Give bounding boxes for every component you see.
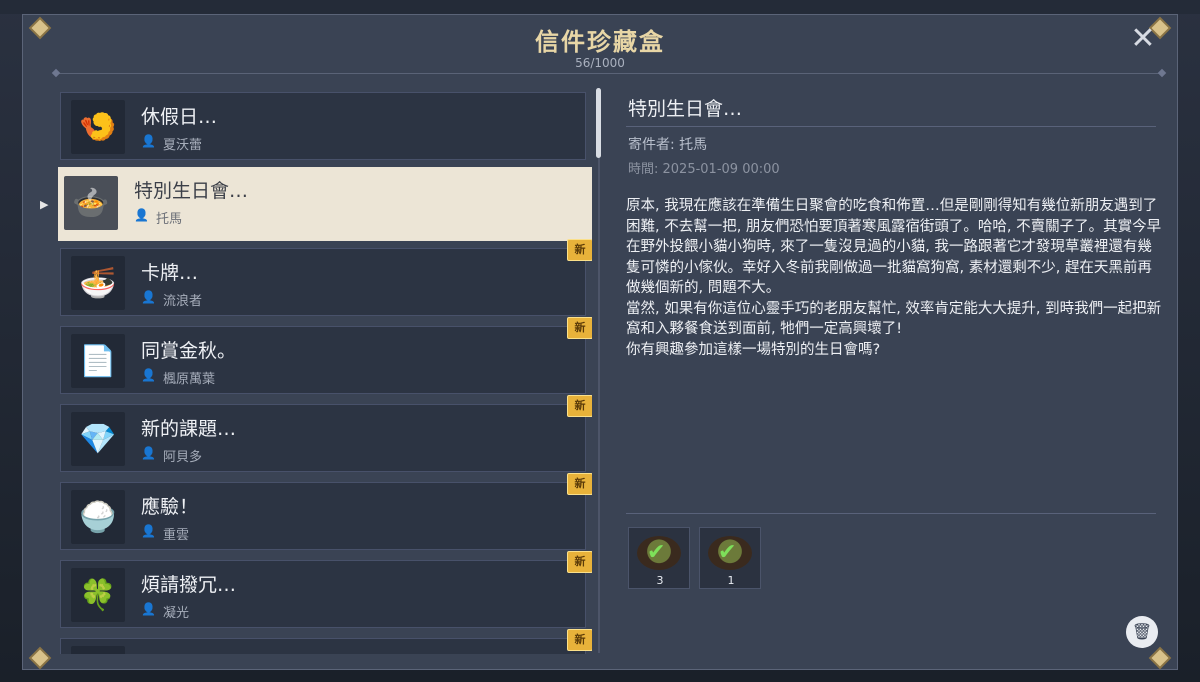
person-icon: 👤	[141, 368, 156, 382]
letter-paragraph: 原本, 我現在應該在準備生日聚會的吃食和佈置…但是剛剛得知有幾位新朋友遇到了困難…	[626, 198, 1162, 296]
person-icon: 👤	[141, 524, 156, 538]
new-badge: 新	[567, 551, 592, 573]
letter-item-selected[interactable]: 🍲 特別生日會… 👤 托馬	[58, 167, 592, 241]
letter-item[interactable]: 💎 新的課題… 👤 阿貝多 新	[60, 395, 592, 472]
letter-subject: 休假日…	[141, 106, 218, 128]
letter-body: 原本, 我現在應該在準備生日聚會的吃食和佈置…但是剛剛得知有幾位新朋友遇到了困難…	[626, 196, 1166, 360]
person-icon: 👤	[141, 602, 156, 616]
scrollbar-thumb[interactable]	[596, 88, 601, 158]
letter-item[interactable]: 🍜 卡牌… 👤 流浪者 新	[60, 239, 592, 316]
letter-thumb	[71, 646, 125, 654]
noodle-bowl-icon: 🍜	[71, 256, 125, 310]
letter-sender: 重雲	[163, 528, 190, 543]
food-plate-icon: 🍤	[71, 100, 125, 154]
top-hud-strip	[0, 0, 1200, 14]
person-icon: 👤	[134, 208, 149, 222]
letter-sender: 楓原萬葉	[163, 372, 216, 387]
letter-item[interactable]: 🍤 休假日… 👤 夏沃蕾	[60, 92, 586, 160]
attachment-item[interactable]: ✔ 1	[699, 527, 761, 589]
attachment-quantity: 3	[656, 574, 664, 587]
crystal-flower-icon: 💎	[71, 412, 125, 466]
letter-paragraph: 當然, 如果有你這位心靈手巧的老朋友幫忙, 效率肯定能大大提升, 到時我們一起把…	[626, 300, 1162, 338]
header-divider	[56, 73, 1162, 74]
letter-item[interactable]: 🍚 應驗！ 👤 重雲 新	[60, 473, 592, 550]
letter-list[interactable]: 🍤 休假日… 👤 夏沃蕾 🍲 特別生日會… 👤 托馬 🍜 卡牌… 👤 流浪者 新…	[58, 90, 592, 654]
letter-item[interactable]: 新	[60, 629, 592, 654]
letter-sender: 托馬	[156, 212, 183, 227]
new-badge: 新	[567, 395, 592, 417]
claimed-check-icon: ✔	[647, 540, 666, 565]
rice-dish-icon: 🍚	[71, 490, 125, 544]
detail-sender: 寄件者: 托馬	[628, 137, 708, 153]
letter-item[interactable]: 📄 同賞金秋。 👤 楓原萬葉 新	[60, 317, 592, 394]
attachment-item[interactable]: ✔ 3	[628, 527, 690, 589]
trash-icon[interactable]: 🗑	[1126, 616, 1158, 648]
new-badge: 新	[567, 239, 592, 261]
letter-sender: 流浪者	[163, 294, 203, 309]
letter-subject: 卡牌…	[141, 262, 199, 284]
detail-time: 時間: 2025-01-09 00:00	[628, 162, 780, 177]
new-badge: 新	[567, 473, 592, 495]
letter-subject: 應驗！	[141, 496, 199, 518]
folded-paper-icon: 📄	[71, 334, 125, 388]
attachment-divider	[626, 513, 1156, 514]
person-icon: 👤	[141, 134, 156, 148]
mail-count: 56/1000	[575, 56, 625, 70]
letter-sender: 阿貝多	[163, 450, 203, 465]
detail-divider	[626, 126, 1156, 127]
letter-item[interactable]: 🍀 煩請撥冗… 👤 凝光 新	[60, 551, 592, 628]
letter-subject: 特別生日會…	[134, 180, 249, 202]
new-badge: 新	[567, 629, 592, 651]
letter-subject: 同賞金秋。	[141, 340, 237, 362]
scrollbar-track[interactable]	[598, 88, 600, 653]
selected-indicator-icon: ▶	[40, 198, 49, 211]
letter-sender: 夏沃蕾	[163, 138, 203, 153]
letter-subject: 新的課題…	[141, 418, 237, 440]
food-bowl-icon: 🍲	[64, 176, 118, 230]
person-icon: 👤	[141, 446, 156, 460]
close-icon[interactable]: ✕	[1128, 24, 1158, 54]
letter-sender: 凝光	[163, 606, 190, 621]
new-badge: 新	[567, 317, 592, 339]
letter-subject: 煩請撥冗…	[141, 574, 237, 596]
window-title: 信件珍藏盒	[535, 28, 665, 56]
jade-crystal-icon: 🍀	[71, 568, 125, 622]
corner-ornament-icon	[29, 647, 51, 669]
person-icon: 👤	[141, 290, 156, 304]
corner-ornament-icon	[1149, 647, 1171, 669]
attachment-quantity: 1	[727, 574, 735, 587]
letter-paragraph: 你有興趣參加這樣一場特別的生日會嗎?	[626, 341, 881, 358]
claimed-check-icon: ✔	[718, 540, 737, 565]
detail-title: 特別生日會…	[628, 98, 743, 120]
